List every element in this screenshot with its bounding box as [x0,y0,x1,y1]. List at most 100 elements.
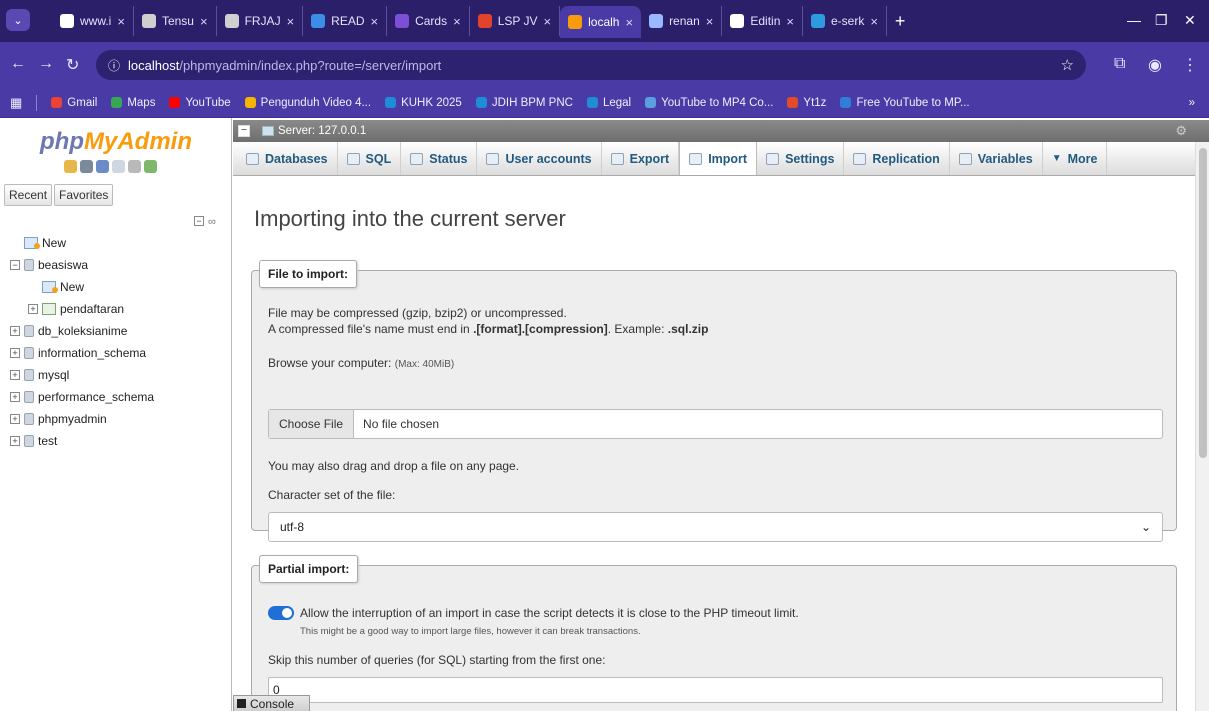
skip-queries-input[interactable]: 0 [268,677,1163,703]
reload-navigation-icon[interactable] [144,160,157,173]
browser-tab[interactable]: www.i × [52,6,134,36]
tree-item[interactable]: + information_schema [10,342,230,364]
tab-sql[interactable]: SQL [338,142,402,175]
minimize-icon[interactable]: — [1127,12,1141,28]
close-tab-icon[interactable]: × [117,14,125,29]
address-bar[interactable]: ⓘ localhost/phpmyadmin/index.php?route=/… [96,50,1086,80]
bookmark-label: Free YouTube to MP... [856,96,970,109]
browser-tab[interactable]: LSP JV × [470,6,561,36]
expand-icon[interactable]: + [10,392,20,402]
expand-icon[interactable]: + [10,436,20,446]
new-item-icon [42,281,58,293]
browser-tab[interactable]: Editin × [722,6,803,36]
restore-icon[interactable]: ❐ [1155,12,1168,29]
reload-icon[interactable]: ↻ [66,55,79,75]
file-input[interactable]: Choose File No file chosen [268,409,1163,439]
tree-item[interactable]: + db_koleksianime [10,320,230,342]
apps-grid-icon[interactable]: ▦ [10,95,22,111]
close-tab-icon[interactable]: × [544,14,552,29]
bookmark-item[interactable]: YouTube to MP4 Co... [645,97,773,109]
profile-avatar-icon[interactable]: ◉ [1148,55,1162,75]
tree-item[interactable]: + phpmyadmin [10,408,230,430]
tree-item[interactable]: New [10,276,230,298]
browser-tab[interactable]: FRJAJ × [217,6,304,36]
tab-variables[interactable]: Variables [950,142,1043,175]
close-window-icon[interactable]: ✕ [1184,12,1196,29]
close-tab-icon[interactable]: × [870,14,878,29]
expand-icon[interactable]: + [10,326,20,336]
back-icon[interactable]: ← [10,55,26,73]
tab-more[interactable]: ▼ More [1043,142,1108,175]
tree-item[interactable]: + mysql [10,364,230,386]
recent-button[interactable]: Recent [4,184,53,206]
expand-icon[interactable]: + [10,370,20,380]
browser-tab[interactable]: READ × [303,6,388,36]
bookmark-item[interactable]: YouTube [169,97,231,109]
choose-file-button[interactable]: Choose File [269,410,355,438]
server-breadcrumb[interactable]: Server: 127.0.0.1 [262,125,366,137]
extensions-icon[interactable]: ⧉ [1114,55,1125,73]
bookmark-item[interactable]: Free YouTube to MP... [840,96,970,109]
close-tab-icon[interactable]: × [453,14,461,29]
bookmark-label: Gmail [67,96,98,109]
bookmark-item[interactable]: KUHK 2025 [385,97,462,109]
new-tab-button[interactable]: + [887,6,914,38]
tab-import[interactable]: Import [679,142,758,175]
tree-item[interactable]: − beasiswa [10,254,230,276]
bookmark-item[interactable]: Gmail [51,97,97,109]
close-tab-icon[interactable]: × [625,15,633,30]
close-tab-icon[interactable]: × [786,14,794,29]
browser-tab[interactable]: Tensu × [134,6,217,36]
query-window-icon[interactable] [96,160,109,173]
tree-item[interactable]: + performance_schema [10,386,230,408]
documentation-icon[interactable] [112,160,125,173]
bookmark-item[interactable]: JDIH BPM PNC [475,97,573,109]
close-tab-icon[interactable]: × [706,14,714,29]
close-tab-icon[interactable]: × [287,14,295,29]
console-toggle[interactable]: Console [233,695,310,711]
collapse-icon[interactable]: − [10,260,20,270]
page-scrollbar[interactable] [1195,142,1209,711]
bookmark-star-icon[interactable]: ☆ [1061,56,1074,74]
phpmyadmin-logo[interactable]: phpMyAdmin [0,128,232,156]
tab-databases[interactable]: Databases [237,142,338,175]
tab-user-accounts[interactable]: User accounts [477,142,602,175]
logout-icon[interactable] [80,160,93,173]
tree-item-label: phpmyadmin [38,412,107,426]
favorites-button[interactable]: Favorites [54,184,114,206]
forward-icon[interactable]: → [38,55,54,73]
tab-export[interactable]: Export [602,142,680,175]
site-info-icon[interactable]: ⓘ [108,57,120,74]
tab-status[interactable]: Status [401,142,478,175]
close-tab-icon[interactable]: × [371,14,379,29]
browser-tab[interactable]: renan × [641,6,723,36]
home-icon[interactable] [64,160,77,173]
collapse-all-icon[interactable]: − [194,216,204,226]
expand-icon[interactable]: + [28,304,38,314]
charset-select[interactable]: utf-8 ⌄ [268,512,1163,542]
bookmark-item[interactable]: Yt1z [787,97,826,109]
expand-icon[interactable]: + [10,414,20,424]
browser-menu-icon[interactable]: ⋮ [1182,55,1198,75]
tab-replication[interactable]: Replication [844,142,950,175]
browser-tab[interactable]: localh × [560,6,642,38]
scrollbar-thumb[interactable] [1199,148,1207,458]
tree-item[interactable]: + pendaftaran [10,298,230,320]
link-icon[interactable]: ∞ [208,216,216,228]
browser-tab[interactable]: Cards × [387,6,470,36]
expand-icon[interactable]: + [10,348,20,358]
collapse-panel-icon[interactable]: − [238,125,250,137]
tab-settings[interactable]: Settings [757,142,845,175]
tree-item[interactable]: + test [10,430,230,452]
close-tab-icon[interactable]: × [200,14,208,29]
bookmark-item[interactable]: Pengunduh Video 4... [244,97,371,109]
bookmark-item[interactable]: Maps [111,97,155,109]
settings-gear-icon[interactable] [128,160,141,173]
page-settings-gear-icon[interactable]: ⚙ [1175,123,1187,139]
bookmark-item[interactable]: Legal [586,97,631,109]
more-bookmarks-icon[interactable]: » [1189,97,1195,109]
tree-item[interactable]: New [10,232,230,254]
browser-tab[interactable]: e-serk × [803,6,887,36]
tab-search-button[interactable]: ⌄ [6,9,30,31]
allow-interrupt-toggle[interactable] [268,606,294,620]
